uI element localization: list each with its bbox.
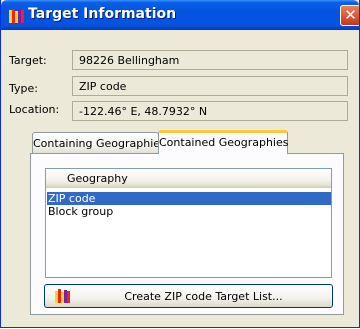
geography-list[interactable]: Geography ZIP code Block group: [45, 168, 332, 278]
type-field: ZIP code: [72, 76, 348, 96]
list-item-zip-code[interactable]: ZIP code: [47, 192, 331, 205]
geography-header-label: Geography: [67, 172, 128, 185]
location-field: -122.46° E, 48.7932° N: [72, 101, 348, 121]
book-icon: [9, 9, 24, 23]
type-label: Type:: [9, 82, 38, 95]
target-field: 98226 Bellingham: [72, 50, 348, 70]
location-label: Location:: [9, 103, 60, 116]
geography-column-header[interactable]: Geography: [46, 169, 331, 188]
book-icon: [55, 289, 70, 303]
target-information-dialog: Target Information ✕ Target: 98226 Belli…: [0, 0, 360, 328]
tab-contained-geographies[interactable]: Contained Geographies: [158, 130, 289, 154]
create-target-list-button[interactable]: Create ZIP code Target List...: [44, 284, 333, 308]
title-bar[interactable]: Target Information ✕: [1, 0, 359, 30]
create-target-list-label: Create ZIP code Target List...: [124, 290, 283, 303]
close-button[interactable]: ✕: [340, 5, 359, 26]
target-label: Target:: [9, 54, 47, 67]
contained-geographies-panel: Geography ZIP code Block group Create ZI…: [30, 153, 344, 315]
window-title: Target Information: [28, 6, 177, 22]
tab-containing-geographies[interactable]: Containing Geographies: [32, 132, 166, 153]
list-item-block-group[interactable]: Block group: [47, 205, 331, 218]
close-icon: ✕: [344, 6, 357, 24]
